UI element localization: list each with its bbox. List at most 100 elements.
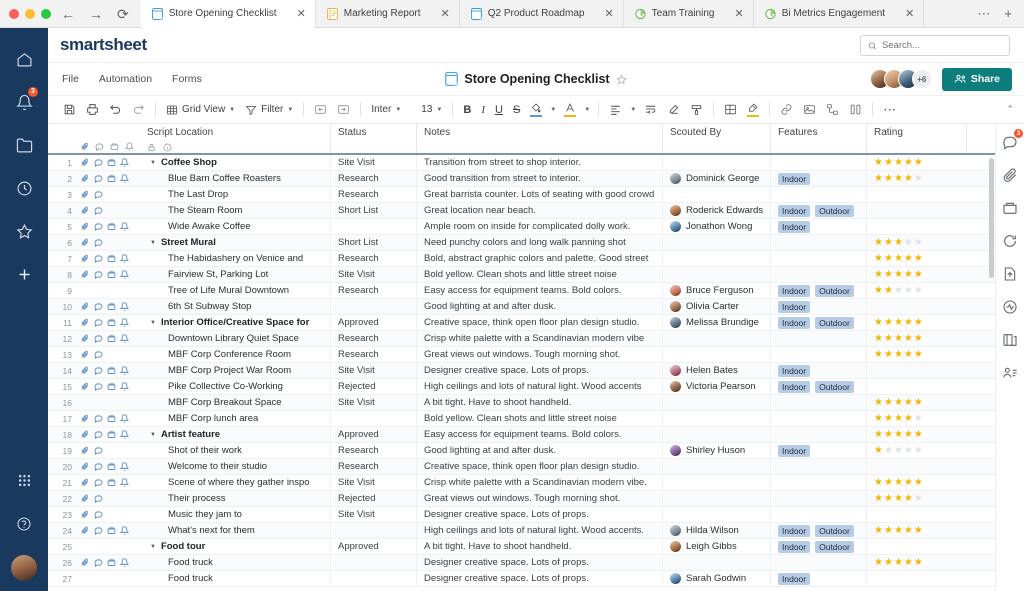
cell-status[interactable]: Rejected bbox=[331, 491, 417, 506]
cell-rating[interactable]: ★ ★ ★ ★ ★ bbox=[867, 267, 967, 282]
star-icon[interactable]: ★ bbox=[894, 557, 903, 568]
cell-status[interactable]: Research bbox=[331, 251, 417, 266]
attachment-icon[interactable] bbox=[81, 382, 90, 391]
cell-scouted-by[interactable] bbox=[663, 491, 771, 506]
star-icon[interactable]: ★ bbox=[884, 493, 893, 504]
proof-icon[interactable] bbox=[107, 462, 116, 471]
more-options-icon[interactable]: ⋯ bbox=[878, 100, 902, 120]
browser-tab[interactable]: Team Training ✕ bbox=[624, 0, 754, 28]
cell-features[interactable] bbox=[771, 427, 867, 442]
row-number[interactable]: 17 bbox=[48, 411, 77, 426]
star-icon[interactable]: ★ bbox=[874, 557, 883, 568]
row-number[interactable]: 18 bbox=[48, 427, 77, 442]
cell-status[interactable]: Research bbox=[331, 283, 417, 298]
star-icon[interactable]: ★ bbox=[874, 429, 883, 440]
cell-rating[interactable]: ★ ★ ★ ★ ★ bbox=[867, 395, 967, 410]
star-icon[interactable]: ★ bbox=[894, 157, 903, 168]
cell-features[interactable] bbox=[771, 331, 867, 346]
star-icon[interactable]: ★ bbox=[874, 253, 883, 264]
cell-rating[interactable]: ★ ★ ★ ★ ★ bbox=[867, 171, 967, 186]
table-row[interactable]: 7 The Habidashery on Venice and Research Bo… bbox=[48, 251, 995, 267]
cell-features[interactable] bbox=[771, 235, 867, 250]
proof-icon[interactable] bbox=[107, 222, 116, 231]
table-row[interactable]: 2 Blue Barn Coffee Roasters Research Good t… bbox=[48, 171, 995, 187]
star-icon[interactable]: ★ bbox=[914, 397, 923, 408]
help-icon[interactable] bbox=[11, 511, 37, 537]
cell-notes[interactable]: Easy access for equipment teams. Bold co… bbox=[417, 427, 663, 442]
reminder-icon[interactable] bbox=[125, 142, 134, 151]
table-row[interactable]: 23 Music they jam to Site Visit Designer cr… bbox=[48, 507, 995, 523]
cell-scouted-by[interactable] bbox=[663, 347, 771, 362]
table-row[interactable]: 19 Shot of their work Research Good lightin… bbox=[48, 443, 995, 459]
chevron-down-icon[interactable]: ▼ bbox=[584, 107, 590, 113]
comment-icon[interactable] bbox=[95, 142, 104, 151]
vertical-scrollbar[interactable] bbox=[989, 158, 994, 278]
cell-features[interactable]: Indoor Outdoor bbox=[771, 539, 867, 554]
cell-script-location[interactable]: ▼ Food tour bbox=[140, 539, 331, 554]
proof-icon[interactable] bbox=[107, 174, 116, 183]
attachment-icon[interactable] bbox=[81, 222, 90, 231]
comment-icon[interactable] bbox=[94, 334, 103, 343]
browser-tab[interactable]: Store Opening Checklist ✕ bbox=[140, 0, 316, 28]
cell-features[interactable] bbox=[771, 395, 867, 410]
cell-rating[interactable] bbox=[867, 459, 967, 474]
cell-scouted-by[interactable] bbox=[663, 475, 771, 490]
nav-notifications-button[interactable]: 3 bbox=[11, 87, 38, 115]
star-icon[interactable]: ★ bbox=[894, 525, 903, 536]
attachment-icon[interactable] bbox=[81, 510, 90, 519]
star-icon[interactable]: ★ bbox=[874, 525, 883, 536]
table-row[interactable]: 26 Food truck Designer creative space. Lot… bbox=[48, 555, 995, 571]
table-row[interactable]: 10 6th St Subway Stop Good lighting at and… bbox=[48, 299, 995, 315]
reminder-icon[interactable] bbox=[119, 366, 129, 375]
cell-features[interactable]: Indoor Outdoor bbox=[771, 283, 867, 298]
smartsheet-logo[interactable]: smartsheet bbox=[48, 35, 147, 55]
fill-color-icon[interactable] bbox=[525, 100, 547, 120]
cell-scouted-by[interactable]: Sarah Godwin bbox=[663, 571, 771, 586]
save-icon[interactable] bbox=[58, 100, 81, 120]
cell-scouted-by[interactable] bbox=[663, 331, 771, 346]
proof-icon[interactable] bbox=[107, 478, 116, 487]
cell-script-location[interactable]: Wide Awake Coffee bbox=[140, 219, 331, 234]
proof-icon[interactable] bbox=[107, 430, 116, 439]
undo-icon[interactable] bbox=[104, 100, 127, 120]
cell-script-location[interactable]: The Last Drop bbox=[140, 187, 331, 202]
cell-rating[interactable]: ★ ★ ★ ★ ★ bbox=[867, 283, 967, 298]
cell-scouted-by[interactable] bbox=[663, 555, 771, 570]
redo-icon[interactable] bbox=[127, 100, 150, 120]
attachment-icon[interactable] bbox=[81, 302, 90, 311]
print-icon[interactable] bbox=[81, 100, 104, 120]
cell-script-location[interactable]: Scene of where they gather inspo bbox=[140, 475, 331, 490]
table-row[interactable]: 21 Scene of where they gather inspo Site V… bbox=[48, 475, 995, 491]
star-icon[interactable]: ★ bbox=[904, 333, 913, 344]
star-icon[interactable]: ★ bbox=[894, 413, 903, 424]
cell-scouted-by[interactable]: Shirley Huson bbox=[663, 443, 771, 458]
star-icon[interactable]: ★ bbox=[874, 397, 883, 408]
star-icon[interactable]: ★ bbox=[904, 157, 913, 168]
cell-script-location[interactable]: Tree of Life Mural Downtown bbox=[140, 283, 331, 298]
column-header-status[interactable]: Status bbox=[331, 124, 417, 153]
cell-status[interactable]: Site Visit bbox=[331, 155, 417, 170]
star-icon[interactable]: ★ bbox=[874, 493, 883, 504]
star-icon[interactable]: ★ bbox=[914, 429, 923, 440]
star-icon[interactable]: ★ bbox=[884, 285, 893, 296]
attachment-icon[interactable] bbox=[81, 206, 90, 215]
cell-status[interactable]: Research bbox=[331, 171, 417, 186]
reload-icon[interactable]: ⟳ bbox=[117, 7, 129, 21]
cell-rating[interactable] bbox=[867, 203, 967, 218]
cell-rating[interactable] bbox=[867, 187, 967, 202]
chevron-down-icon[interactable]: ▼ bbox=[550, 107, 556, 113]
table-row[interactable]: 20 Welcome to their studio Research Creativ… bbox=[48, 459, 995, 475]
star-icon[interactable]: ★ bbox=[914, 493, 923, 504]
cell-rating[interactable] bbox=[867, 299, 967, 314]
star-icon[interactable]: ★ bbox=[894, 493, 903, 504]
star-icon[interactable]: ★ bbox=[884, 413, 893, 424]
table-row[interactable]: 14 MBF Corp Project War Room Site Visit Des… bbox=[48, 363, 995, 379]
proof-icon[interactable] bbox=[107, 270, 116, 279]
cell-scouted-by[interactable]: Hilda Wilson bbox=[663, 523, 771, 538]
cell-script-location[interactable]: MBF Corp Project War Room bbox=[140, 363, 331, 378]
column-header-location[interactable]: Script Location bbox=[140, 124, 331, 153]
browser-tab[interactable]: Q2 Product Roadmap ✕ bbox=[460, 0, 624, 28]
summary-icon[interactable] bbox=[1000, 330, 1020, 350]
cell-status[interactable] bbox=[331, 523, 417, 538]
cell-rating[interactable]: ★ ★ ★ ★ ★ bbox=[867, 235, 967, 250]
